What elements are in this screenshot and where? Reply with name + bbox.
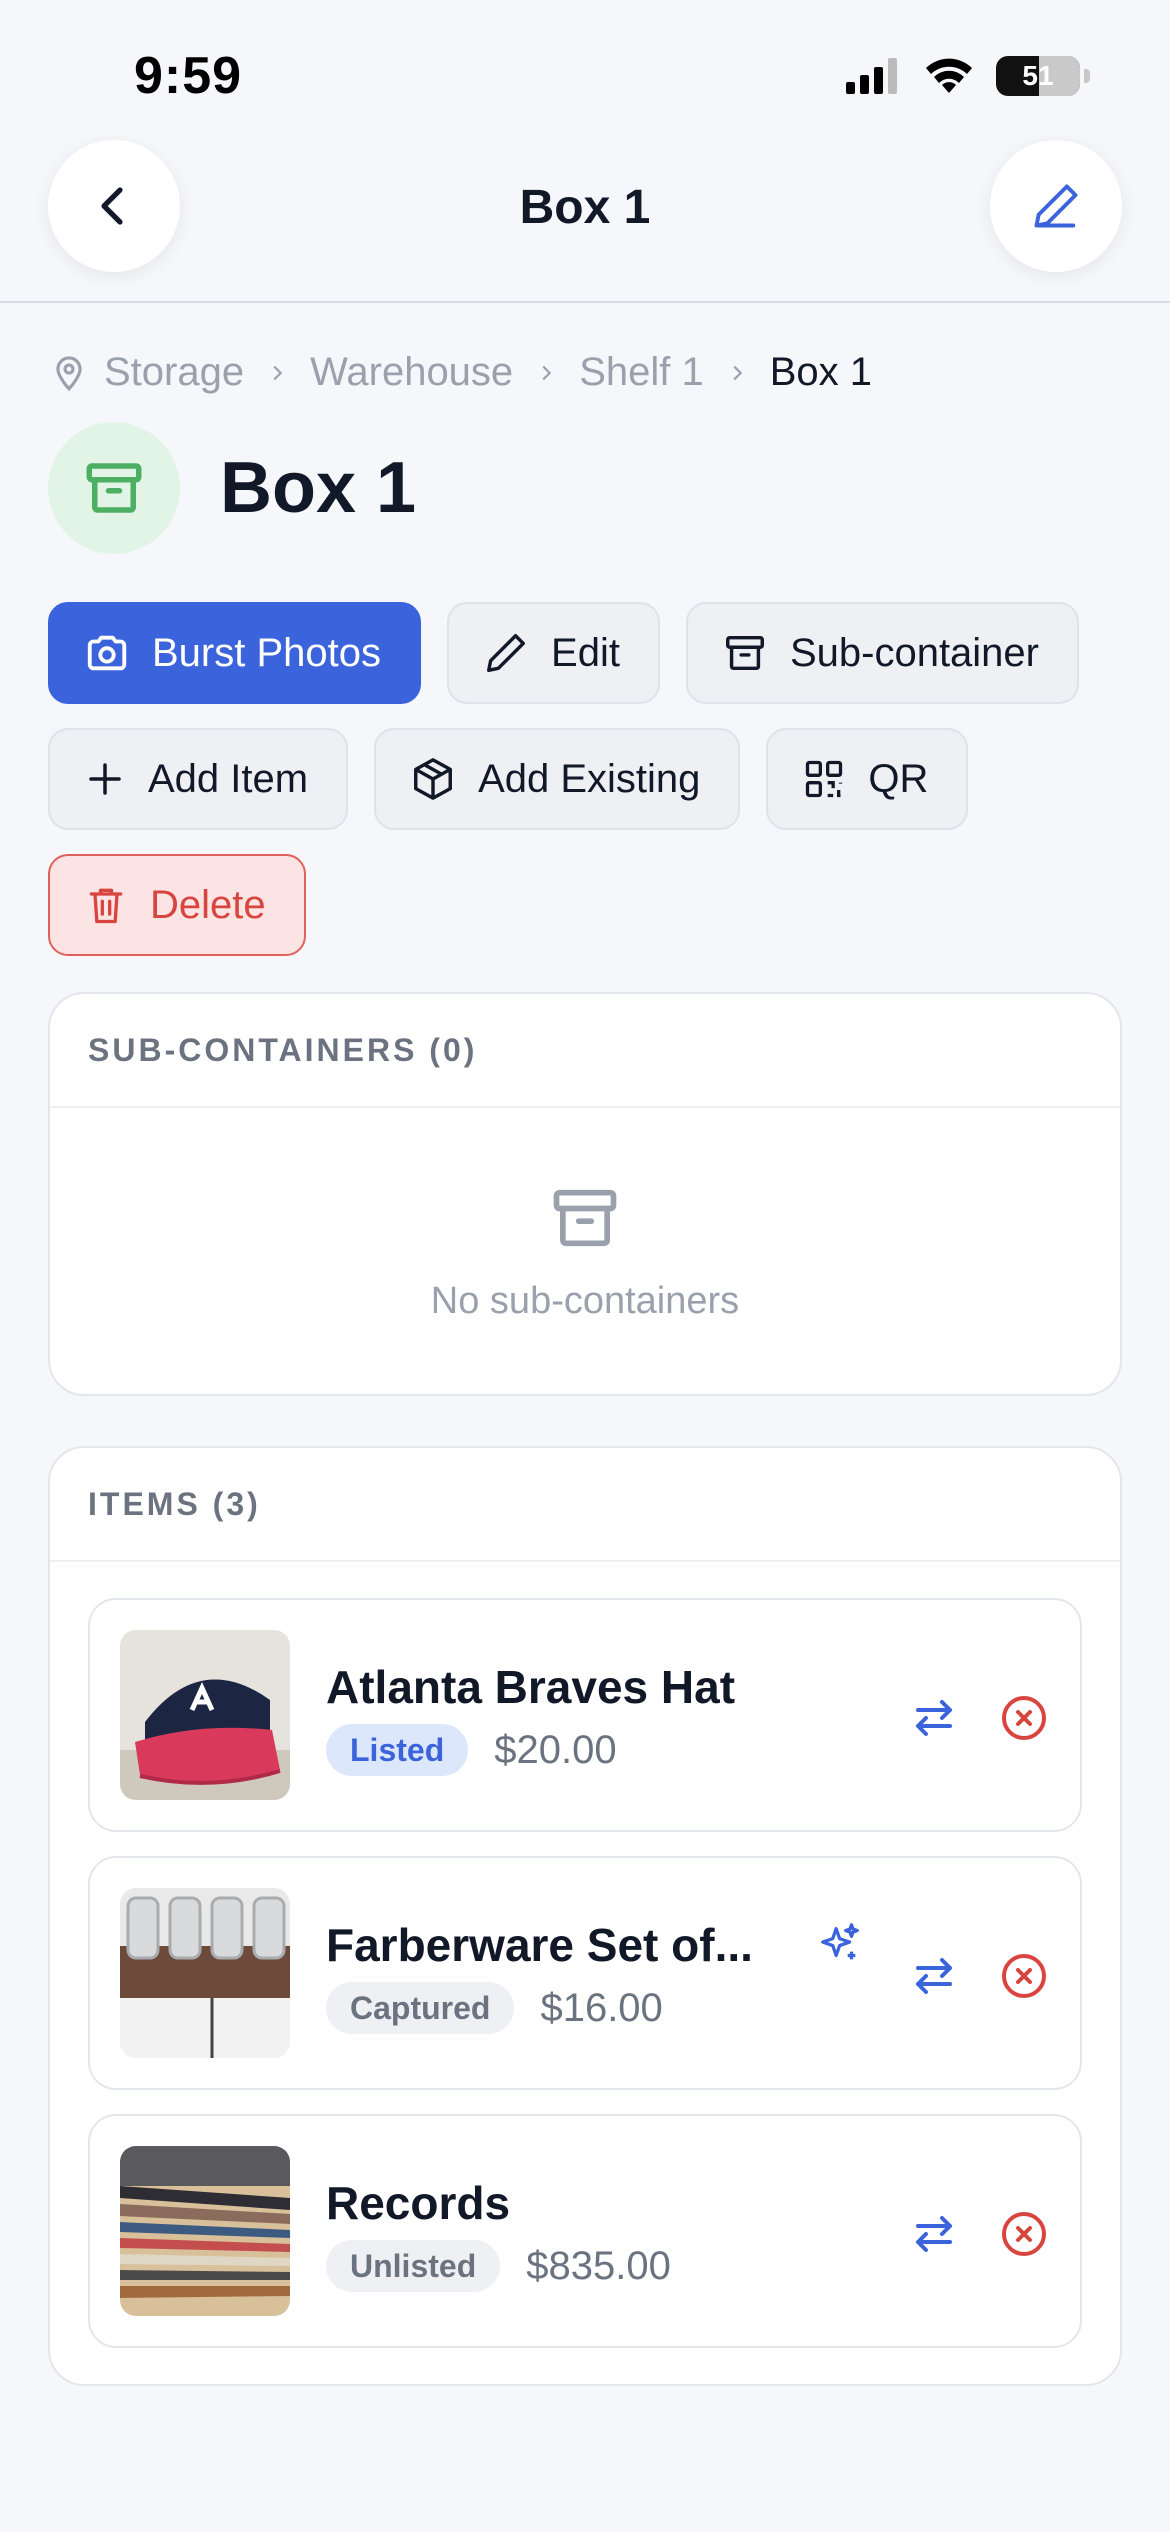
arrows-swap-icon <box>916 1700 952 1736</box>
remove-item-button[interactable] <box>996 1948 1052 2004</box>
sub-container-button[interactable]: Sub-container <box>685 602 1079 704</box>
burst-photos-button[interactable]: Burst Photos <box>48 602 422 704</box>
empty-state: No sub-containers <box>50 1108 1120 1323</box>
action-buttons: Burst Photos Edit Sub-container Add Item… <box>48 602 1128 980</box>
item-meta: Captured $16.00 <box>326 1982 663 2034</box>
item-list: Atlanta Braves Hat Listed $20.00 Farberw… <box>50 1562 1120 2348</box>
items-header: ITEMS (3) <box>50 1448 1120 1562</box>
close-circle-icon <box>1002 1696 1046 1740</box>
breadcrumb-item-shelf[interactable]: Shelf 1 <box>579 350 704 395</box>
list-item[interactable]: Atlanta Braves Hat Listed $20.00 <box>88 1598 1082 1832</box>
delete-label: Delete <box>150 882 266 927</box>
add-existing-label: Add Existing <box>478 756 701 801</box>
move-item-button[interactable] <box>906 1948 962 2004</box>
wifi-icon <box>926 58 972 93</box>
sparkles-icon <box>821 1923 859 1960</box>
sub-containers-card: SUB-CONTAINERS (0) No sub-containers <box>48 992 1122 1396</box>
ai-enhance-button[interactable] <box>812 1916 868 1972</box>
camera-icon <box>87 635 127 671</box>
chevron-right-icon <box>535 362 557 384</box>
sub-containers-header: SUB-CONTAINERS (0) <box>50 994 1120 1108</box>
list-item[interactable]: Farberware Set of... Captured $16.00 <box>88 1856 1082 2090</box>
edit-label: Edit <box>551 630 620 675</box>
item-thumbnail <box>120 1630 290 1800</box>
breadcrumb-item-warehouse[interactable]: Warehouse <box>310 350 513 395</box>
status-icons: 51 <box>846 56 1090 96</box>
remove-item-button[interactable] <box>996 2206 1052 2262</box>
remove-item-button[interactable] <box>996 1690 1052 1746</box>
sub-container-label: Sub-container <box>789 630 1039 675</box>
close-circle-icon <box>1002 1954 1046 1998</box>
item-price: $835.00 <box>526 2243 671 2288</box>
add-existing-button[interactable]: Add Existing <box>374 728 741 830</box>
move-item-button[interactable] <box>906 2206 962 2262</box>
qr-code-icon <box>806 760 843 798</box>
item-name: Atlanta Braves Hat <box>326 1661 736 1713</box>
add-item-label: Add Item <box>148 756 309 801</box>
status-bar: 9:59 51 <box>0 0 1170 150</box>
archive-box-icon <box>48 422 180 554</box>
arrows-swap-icon <box>916 1958 952 1994</box>
items-card: ITEMS (3) Atlanta Braves Hat Listed $20.… <box>48 1446 1122 2386</box>
item-name: Farberware Set of... <box>326 1919 753 1971</box>
qr-button[interactable]: QR <box>766 728 969 830</box>
add-item-button[interactable]: Add Item <box>48 728 349 830</box>
item-thumbnail <box>120 1888 290 2058</box>
burst-photos-label: Burst Photos <box>152 630 382 675</box>
chevron-right-icon <box>266 362 288 384</box>
status-badge: Listed <box>326 1724 469 1776</box>
delete-button[interactable]: Delete <box>48 854 306 956</box>
battery-level: 51 <box>1022 60 1054 91</box>
empty-state-text: No sub-containers <box>430 1280 740 1322</box>
status-badge: Unlisted <box>326 2240 501 2292</box>
breadcrumb: Storage Warehouse Shelf 1 Box 1 <box>50 350 872 395</box>
breadcrumb-item-current: Box 1 <box>769 350 873 394</box>
status-badge: Captured <box>326 1982 515 2034</box>
item-meta: Unlisted $835.00 <box>326 2240 671 2292</box>
package-icon <box>414 758 453 800</box>
header-bar: 9:59 51 Box 1 <box>0 0 1170 303</box>
title-row: Box 1 <box>48 422 416 554</box>
archive-box-icon <box>725 635 764 671</box>
item-price: $16.00 <box>540 1985 663 2030</box>
item-meta: Listed $20.00 <box>326 1724 617 1776</box>
item-thumbnail <box>120 2146 290 2316</box>
cellular-signal-icon <box>846 58 897 94</box>
edit-header-button[interactable] <box>990 140 1122 272</box>
battery-icon: 51 <box>996 56 1080 96</box>
qr-label: QR <box>868 756 929 801</box>
arrows-swap-icon <box>916 2216 952 2252</box>
status-time: 9:59 <box>134 47 243 105</box>
pencil-icon <box>487 634 525 672</box>
item-name: Records <box>326 2177 511 2229</box>
breadcrumb-item-storage[interactable]: Storage <box>104 350 244 395</box>
archive-box-icon <box>553 1189 617 1247</box>
chevron-right-icon <box>726 362 748 384</box>
location-pin-icon <box>50 352 88 394</box>
plus-icon <box>89 763 121 795</box>
close-circle-icon <box>1002 2212 1046 2256</box>
trash-icon <box>89 888 123 924</box>
edit-button[interactable]: Edit <box>447 602 660 704</box>
pencil-icon <box>1034 184 1078 228</box>
move-item-button[interactable] <box>906 1690 962 1746</box>
item-price: $20.00 <box>494 1727 617 1772</box>
page-title: Box 1 <box>220 448 417 528</box>
list-item[interactable]: Records Unlisted $835.00 <box>88 2114 1082 2348</box>
